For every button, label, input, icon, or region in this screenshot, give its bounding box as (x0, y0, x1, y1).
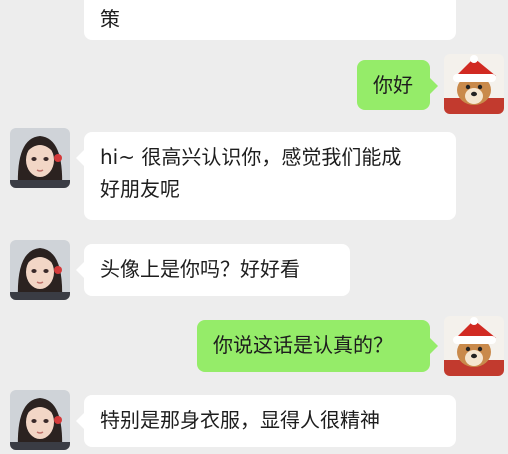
message-bubble-incoming[interactable]: 特别是那身衣服，显得人很精神 (76, 395, 456, 447)
dog-in-santa-hat-avatar[interactable] (444, 54, 504, 114)
girl-avatar-icon (10, 240, 70, 300)
message-bubble-outgoing[interactable]: 你好 (357, 60, 438, 110)
message-bubble-outgoing[interactable]: 你说这话是认真的？ (197, 320, 438, 372)
chat-area: 策 你好 hi~ 很高兴认识你，感觉我们能成 好朋友呢 头像上是你吗？好好看 你… (0, 0, 508, 454)
anime-girl-avatar[interactable] (10, 390, 70, 450)
message-bubble-incoming[interactable]: 策 (84, 0, 456, 40)
message-bubble-incoming[interactable]: hi~ 很高兴认识你，感觉我们能成 好朋友呢 (76, 132, 456, 220)
anime-girl-avatar[interactable] (10, 240, 70, 300)
dog-avatar-icon (444, 316, 504, 376)
dog-in-santa-hat-avatar[interactable] (444, 316, 504, 376)
girl-avatar-icon (10, 390, 70, 450)
dog-avatar-icon (444, 54, 504, 114)
message-bubble-incoming[interactable]: 头像上是你吗？好好看 (76, 244, 350, 296)
girl-avatar-icon (10, 128, 70, 188)
anime-girl-avatar[interactable] (10, 128, 70, 188)
